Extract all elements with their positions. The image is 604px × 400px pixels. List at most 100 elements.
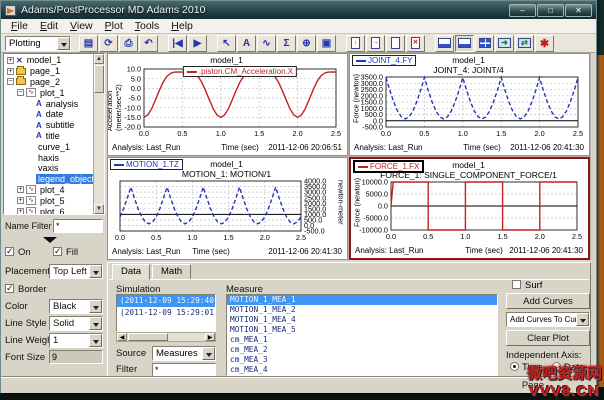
on-checkbox[interactable]: On: [5, 247, 31, 258]
expander-icon[interactable]: +: [17, 208, 24, 215]
chevron-down-icon[interactable]: [89, 317, 102, 330]
chevron-down-icon[interactable]: [89, 265, 102, 278]
expander-icon[interactable]: +: [7, 57, 14, 64]
chevron-down-icon[interactable]: [576, 313, 589, 326]
tab-math[interactable]: Math: [152, 264, 191, 279]
tree-item-legend_object[interactable]: legend_object: [5, 174, 93, 185]
tree-item-page_1[interactable]: +page_1: [5, 66, 93, 77]
print-button[interactable]: ⎙: [119, 35, 138, 52]
scroll-right-icon[interactable]: ▶: [205, 333, 215, 341]
minimize-button[interactable]: –: [509, 4, 536, 17]
plot-window-motion-1-tz[interactable]: 0.00.51.01.52.02.54000.03500.03000.02500…: [107, 157, 348, 260]
tree-item-plot_5[interactable]: +∿plot_5: [5, 195, 93, 206]
measure-item[interactable]: cm_MEA_4: [227, 365, 497, 375]
simulation-item[interactable]: (2011-12-09 15:29:40): [117, 295, 215, 307]
tree-scrollbar[interactable]: ▲ ▼: [93, 54, 104, 214]
scroll-down-icon[interactable]: ▼: [94, 204, 104, 214]
tree-item-subtitle[interactable]: Asubtitle: [5, 120, 93, 131]
placement-select[interactable]: Top Left: [49, 264, 103, 279]
fill-checkbox[interactable]: Fill: [53, 247, 78, 258]
reload-button[interactable]: ⟳: [99, 35, 118, 52]
scroll-thumb[interactable]: [94, 65, 104, 93]
load-plot-button[interactable]: ➜: [495, 35, 514, 52]
curve-edit-tool-button[interactable]: ∿: [257, 35, 276, 52]
close-button[interactable]: ✕: [565, 4, 592, 17]
plot-window-force-1-fx[interactable]: 0.00.51.01.52.02.510000.05000.00.0-5000.…: [349, 157, 590, 260]
surf-checkbox[interactable]: Surf: [512, 280, 542, 291]
measure-item[interactable]: MOTION_1_MEA_4: [227, 315, 497, 325]
tree-item-plot_6[interactable]: +∿plot_6: [5, 206, 93, 215]
tree-item-model_1[interactable]: +✕model_1: [5, 55, 93, 66]
measure-item[interactable]: cm_MEA_1: [227, 335, 497, 345]
measure-item[interactable]: cm_MEA_3: [227, 355, 497, 365]
chevron-down-icon[interactable]: [89, 300, 102, 313]
measure-item[interactable]: MOTION_1_MEA_2: [227, 305, 497, 315]
scroll-left-icon[interactable]: ◀: [117, 333, 127, 341]
plot-legend[interactable]: MOTION_1.TZ: [110, 159, 183, 170]
mode-select[interactable]: Plotting: [5, 36, 71, 51]
new-page-button[interactable]: [386, 35, 405, 52]
tree-item-vaxis[interactable]: vaxis: [5, 163, 93, 174]
scroll-thumb[interactable]: [128, 333, 168, 341]
menu-plot[interactable]: Plot: [99, 20, 129, 32]
math-tool-button[interactable]: Σ: [277, 35, 296, 52]
tree-item-analysis[interactable]: Aanalysis: [5, 98, 93, 109]
tree-item-date[interactable]: Adate: [5, 109, 93, 120]
expander-icon[interactable]: +: [7, 68, 14, 75]
rewind-button[interactable]: |◀: [168, 35, 187, 52]
color-select[interactable]: Black: [49, 299, 103, 314]
tab-data[interactable]: Data: [112, 264, 150, 280]
line-weight-select[interactable]: 1: [49, 333, 103, 348]
chevron-down-icon[interactable]: [57, 37, 70, 50]
zoom-area-tool-button[interactable]: ▣: [317, 35, 336, 52]
tree-item-plot_4[interactable]: +∿plot_4: [5, 185, 93, 196]
measure-item[interactable]: MOTION_1_MEA_5: [227, 325, 497, 335]
menu-help[interactable]: Help: [165, 20, 199, 32]
plot-window-joint-4-fy[interactable]: 0.00.51.01.52.02.53500.03000.02500.02000…: [349, 53, 590, 156]
panel-splitter-handle[interactable]: [43, 237, 57, 243]
font-size-input[interactable]: [49, 350, 103, 364]
simulation-list-hscrollbar[interactable]: ◀ ▶: [116, 332, 216, 342]
expander-icon[interactable]: −: [7, 78, 14, 85]
menu-tools[interactable]: Tools: [129, 20, 166, 32]
expander-icon[interactable]: −: [17, 89, 24, 96]
next-page-button[interactable]: →: [366, 35, 385, 52]
transfer-plot-button[interactable]: ⇄: [515, 35, 534, 52]
text-tool-button[interactable]: A: [237, 35, 256, 52]
independent-axis-time-radio[interactable]: Time: [510, 362, 543, 373]
chevron-down-icon[interactable]: [89, 334, 102, 347]
name-filter-input[interactable]: [53, 219, 103, 233]
expander-icon[interactable]: +: [17, 197, 24, 204]
settings-button[interactable]: ✱: [535, 35, 554, 52]
menu-view[interactable]: View: [64, 20, 99, 32]
play-button[interactable]: ▶: [188, 35, 207, 52]
menu-edit[interactable]: Edit: [34, 20, 64, 32]
layout-header-view-button[interactable]: [455, 35, 474, 52]
import-page-button[interactable]: ↓: [346, 35, 365, 52]
line-style-select[interactable]: Solid: [49, 316, 103, 331]
layout-single-view-button[interactable]: [435, 35, 454, 52]
plot-legend[interactable]: JOINT_4.FY: [352, 55, 416, 66]
chevron-down-icon[interactable]: [202, 347, 215, 360]
tree-item-title[interactable]: Atitle: [5, 131, 93, 142]
measure-item[interactable]: cm_MEA_2: [227, 345, 497, 355]
open-button[interactable]: ▤: [79, 35, 98, 52]
pointer-tool-button[interactable]: ↖: [217, 35, 236, 52]
plot-legend[interactable]: FORCE_1.FX: [353, 160, 424, 173]
clear-plot-button[interactable]: Clear Plot: [506, 330, 590, 346]
tree-item-page_2[interactable]: −page_2: [5, 77, 93, 88]
expander-icon[interactable]: +: [17, 186, 24, 193]
simulation-item[interactable]: (2011-12-09 15:29:01): [117, 307, 215, 319]
delete-page-button[interactable]: ✕: [406, 35, 425, 52]
plot-window--piston-cm-acceleration-x[interactable]: 0.00.51.01.52.02.510.05.00.0-5.0-10.0-15…: [107, 53, 348, 156]
maximize-button[interactable]: □: [537, 4, 564, 17]
menu-file[interactable]: File: [5, 20, 34, 32]
tree-item-haxis[interactable]: haxis: [5, 152, 93, 163]
source-select[interactable]: Measures: [152, 346, 216, 361]
zoom-tool-button[interactable]: ⊕: [297, 35, 316, 52]
layout-grid-2x2-button[interactable]: [475, 35, 494, 52]
tree-item-plot_1[interactable]: −∿plot_1: [5, 87, 93, 98]
undo-button[interactable]: ↶: [139, 35, 158, 52]
border-checkbox[interactable]: Border: [5, 284, 47, 295]
independent-axis-data-radio[interactable]: Data: [552, 362, 584, 373]
